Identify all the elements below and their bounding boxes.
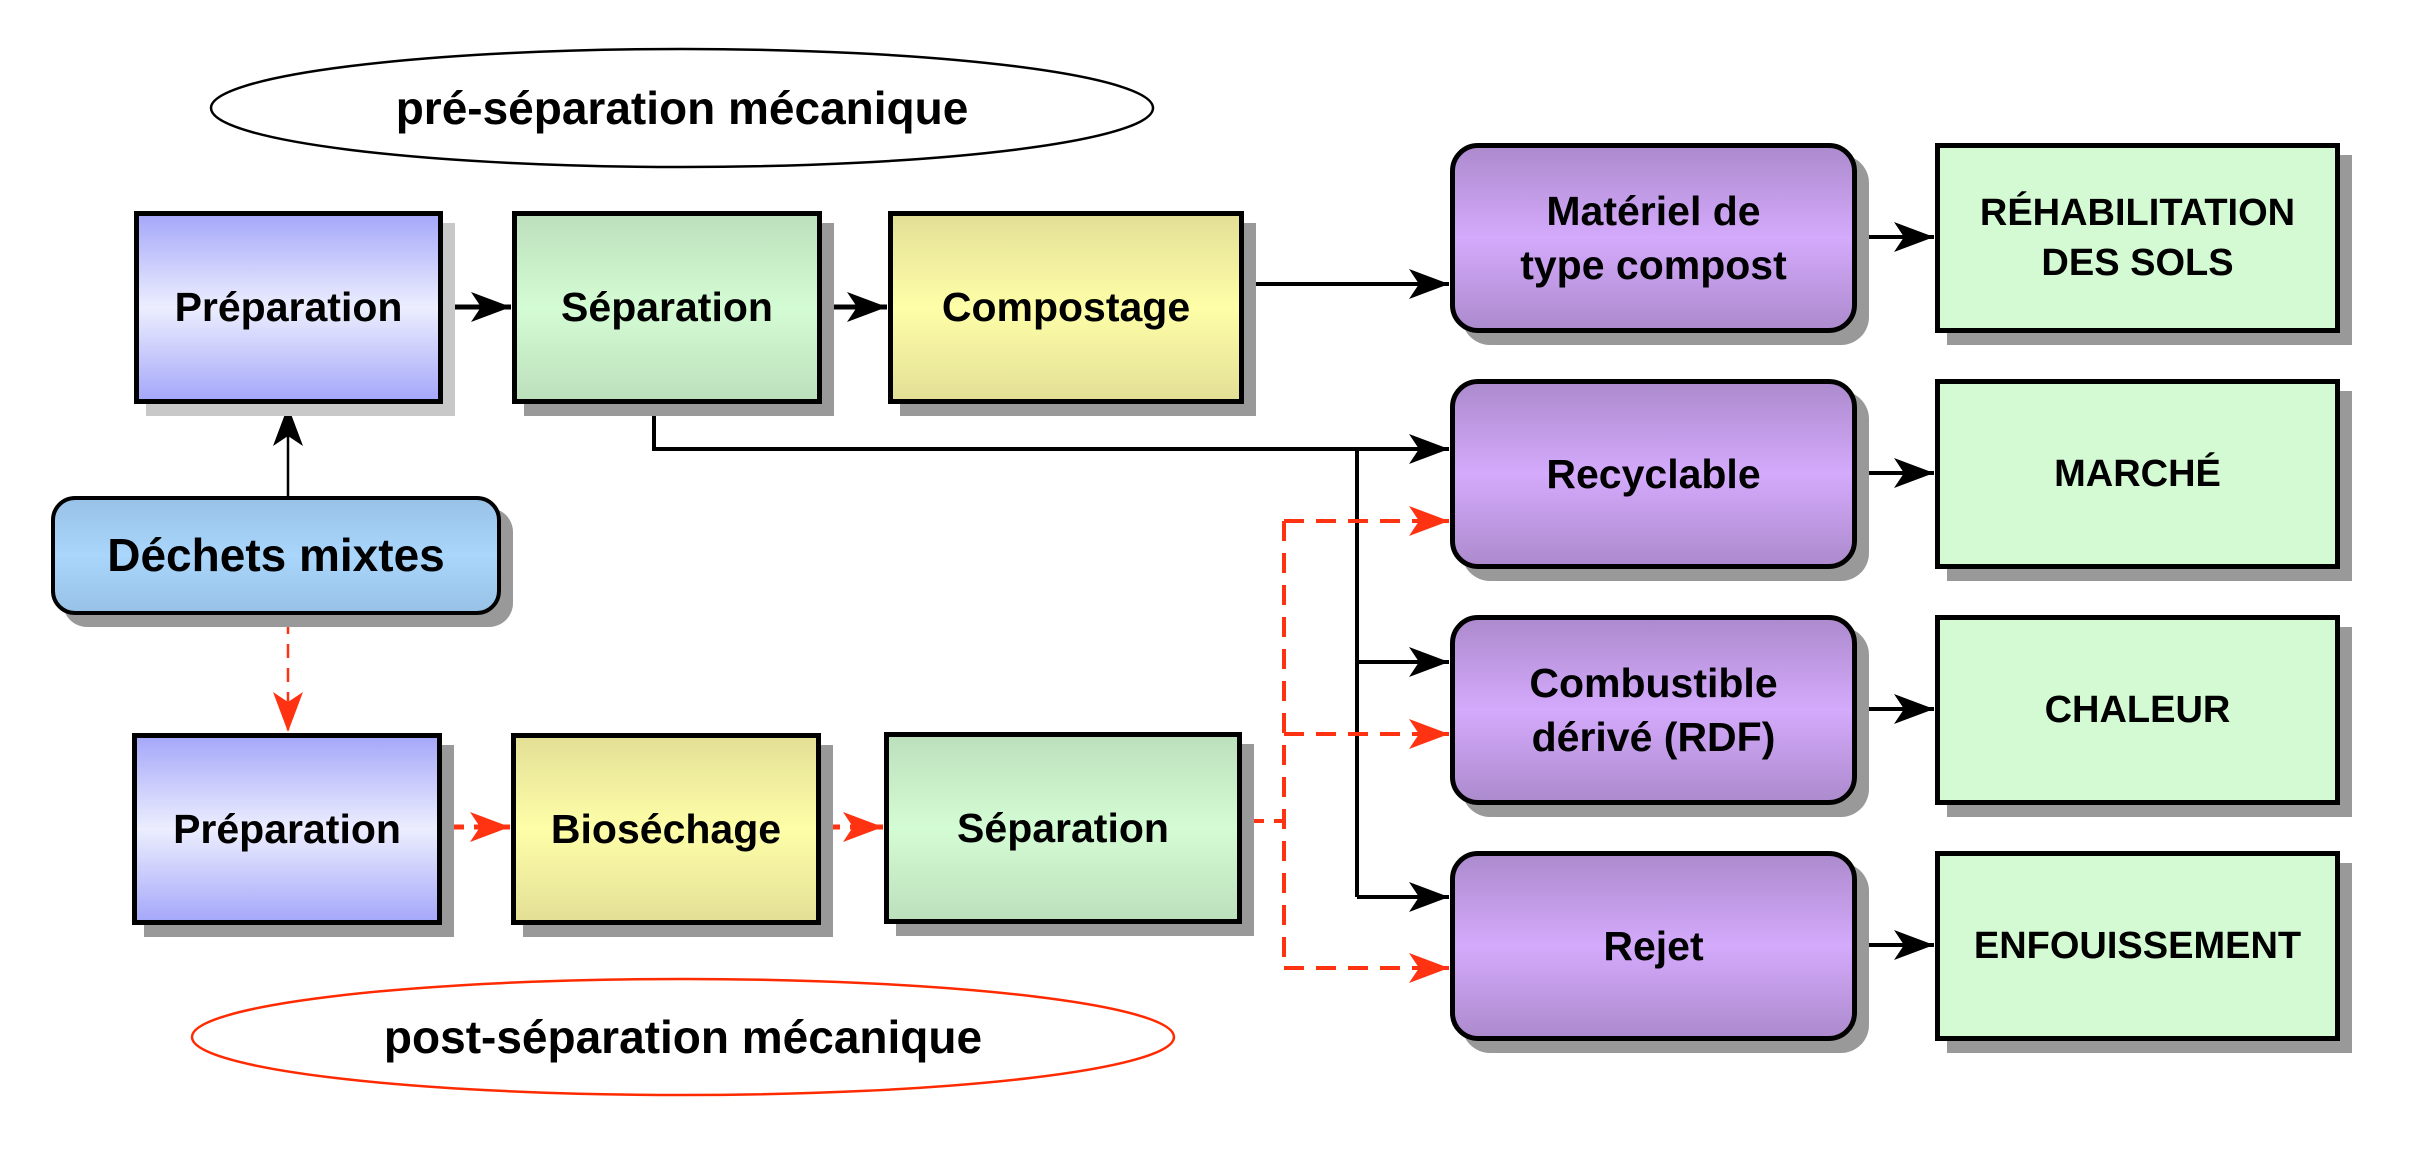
node-marche[interactable]: MARCHÉ [1935,379,2340,569]
node-label: MARCHÉ [2054,452,2221,495]
node-rdf[interactable]: Combustible dérivé (RDF) [1450,615,1857,805]
node-dechets-mixtes[interactable]: Déchets mixtes [51,496,501,615]
node-label: Bioséchage [550,805,782,852]
node-label: Séparation [957,804,1169,851]
node-label: Préparation [173,805,401,852]
node-pre-preparation[interactable]: Préparation [134,211,443,404]
pre-separation-label: pré-séparation mécanique [212,50,1152,166]
node-label: Rejet [1603,922,1704,969]
node-label: Combustible dérivé (RDF) [1529,659,1778,760]
node-pre-separation[interactable]: Séparation [512,211,822,404]
node-label: Séparation [561,284,773,331]
node-compost-material[interactable]: Matériel de type compost [1450,143,1857,333]
edge-pre-separation-to-recyclable [652,408,1449,464]
node-post-preparation[interactable]: Préparation [132,733,442,925]
pre-separation-text: pré-séparation mécanique [395,82,969,134]
node-enfouissement[interactable]: ENFOUISSEMENT [1935,851,2340,1041]
node-label: RÉHABILITATION DES SOLS [1979,191,2296,284]
flow-diagram: pré-séparation mécanique post-séparation… [0,0,2412,1152]
node-chaleur[interactable]: CHALEUR [1935,615,2340,805]
node-label: Recyclable [1546,450,1761,497]
node-recyclable[interactable]: Recyclable [1450,379,1857,569]
post-separation-text: post-séparation mécanique [383,1011,983,1063]
post-separation-label: post-séparation mécanique [193,980,1173,1094]
node-rejet[interactable]: Rejet [1450,851,1857,1041]
node-label: CHALEUR [2044,688,2231,731]
node-label: ENFOUISSEMENT [1973,924,2302,967]
node-label: Déchets mixtes [107,529,445,582]
node-label: Préparation [174,284,403,331]
node-label: Compostage [941,284,1191,331]
node-label: Matériel de type compost [1520,187,1787,288]
node-post-separation[interactable]: Séparation [884,732,1242,924]
node-compostage[interactable]: Compostage [888,211,1244,404]
node-bioséchage[interactable]: Bioséchage [511,733,821,925]
node-rehabilitation-sols[interactable]: RÉHABILITATION DES SOLS [1935,143,2340,333]
